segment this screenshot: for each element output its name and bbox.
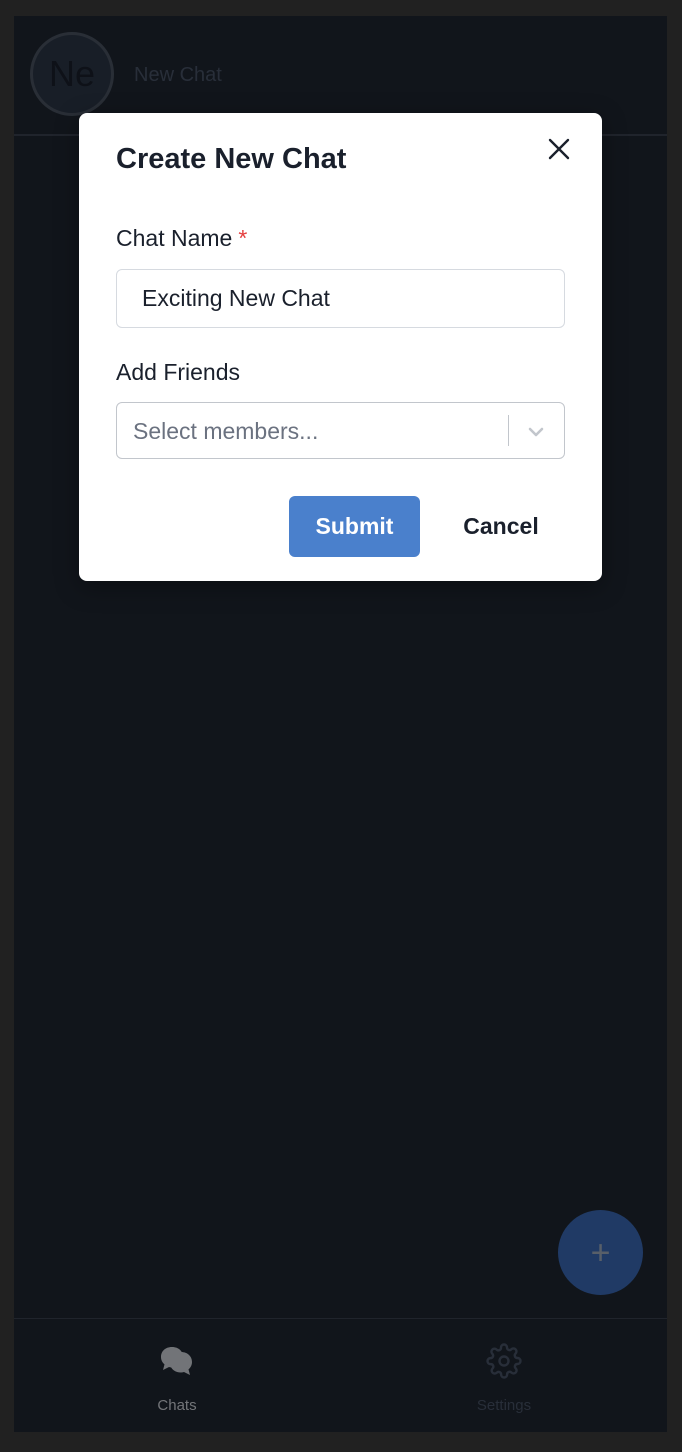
close-icon bbox=[547, 137, 571, 166]
chat-name-input[interactable] bbox=[116, 269, 565, 328]
submit-button[interactable]: Submit bbox=[289, 496, 420, 557]
select-separator bbox=[508, 415, 509, 446]
chat-name-label: Chat Name * bbox=[116, 225, 247, 252]
required-marker: * bbox=[238, 225, 248, 251]
create-chat-modal: Create New Chat Chat Name* Add Friends S… bbox=[79, 113, 602, 581]
members-select[interactable]: Select members... bbox=[116, 402, 565, 459]
chevron-down-icon[interactable] bbox=[521, 417, 551, 447]
members-select-placeholder: Select members... bbox=[133, 418, 319, 444]
cancel-button[interactable]: Cancel bbox=[445, 496, 557, 557]
modal-title: Create New Chat bbox=[116, 143, 347, 175]
close-button[interactable] bbox=[541, 133, 577, 169]
chat-name-label-text: Chat Name bbox=[116, 225, 233, 251]
add-friends-label: Add Friends bbox=[116, 359, 241, 385]
